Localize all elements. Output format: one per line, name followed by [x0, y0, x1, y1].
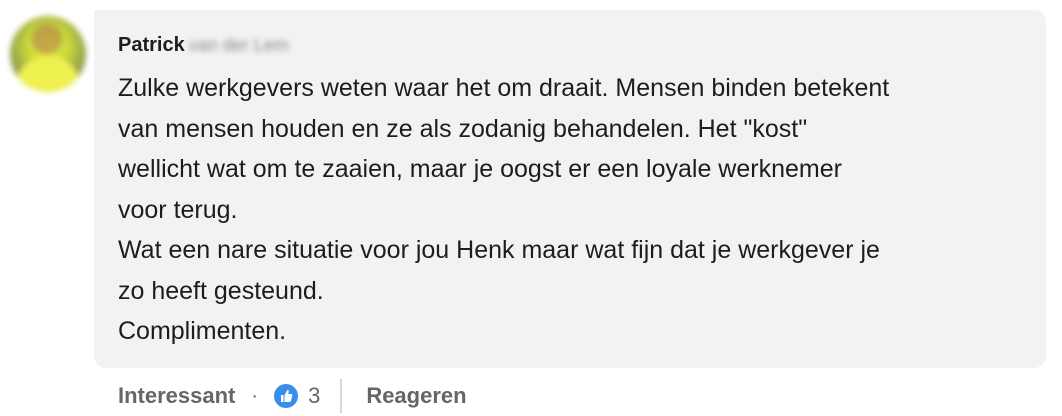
comment-bubble: Patrick van der Lem Zulke werkgevers wet… [94, 10, 1046, 368]
avatar[interactable] [10, 16, 86, 92]
react-button[interactable]: Interessant [118, 383, 235, 409]
comment: Patrick van der Lem Zulke werkgevers wet… [0, 0, 1062, 416]
thumbs-up-icon[interactable] [272, 382, 301, 410]
comment-actions: Interessant · 3 Reageren [118, 378, 467, 414]
separator-dot: · [251, 384, 259, 407]
reply-button[interactable]: Reageren [366, 383, 466, 409]
author-name[interactable]: Patrick [118, 34, 185, 57]
comment-line: Zulke werkgevers weten waar het om draai… [118, 74, 890, 102]
divider [340, 379, 343, 413]
comment-line: wellicht wat om te zaaien, maar je oogst… [118, 155, 842, 183]
comment-line: van mensen houden en ze als zodanig beha… [118, 114, 808, 143]
reaction-count[interactable]: 3 [308, 383, 320, 409]
comment-line: zo heeft gesteund. [118, 276, 324, 305]
comment-line: Complimenten. [118, 317, 287, 345]
author-row: Patrick van der Lem [118, 32, 289, 58]
author-name-blurred[interactable]: van der Lem [189, 35, 289, 56]
comment-line: Wat een nare situatie voor jou Henk maar… [118, 236, 880, 264]
comment-line: voor terug. [118, 195, 238, 224]
comment-text: Zulke werkgevers weten waar het om draai… [118, 68, 1028, 352]
